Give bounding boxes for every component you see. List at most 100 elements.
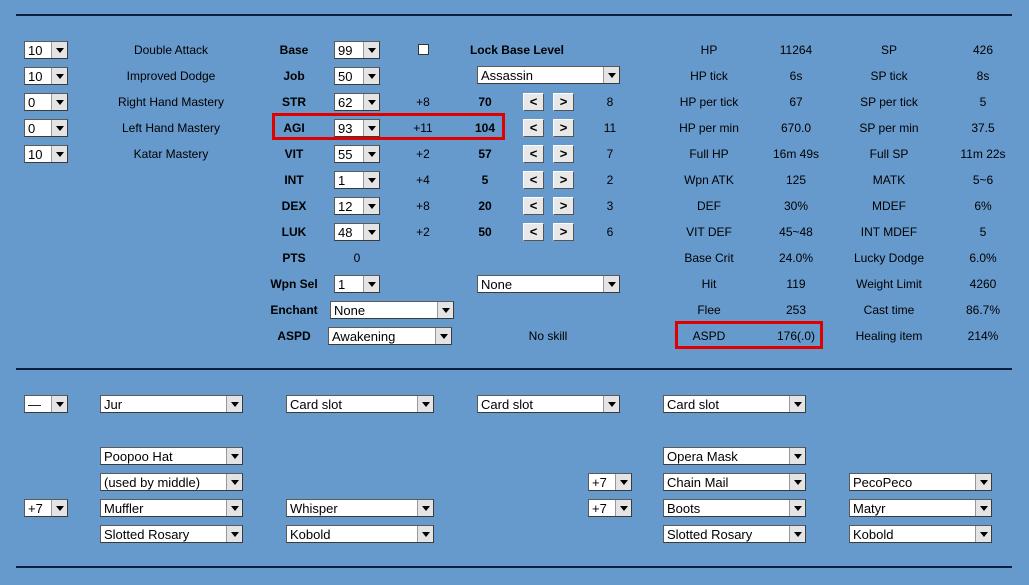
head-low-refine-select[interactable]: +7 (24, 499, 68, 517)
chevron-down-icon[interactable] (789, 526, 805, 542)
chevron-down-icon[interactable] (417, 526, 433, 542)
armor-refine-select[interactable]: +7 (588, 473, 632, 491)
stat-value-select[interactable]: 55 (334, 145, 380, 163)
weapon-select-equip[interactable]: Jur (100, 395, 243, 413)
weapon-refine-select[interactable]: — (24, 395, 68, 413)
weapon-card-select[interactable]: Card slot (477, 395, 620, 413)
chevron-down-icon[interactable] (789, 474, 805, 490)
armor-select[interactable]: Chain Mail (663, 473, 806, 491)
chevron-down-icon[interactable] (51, 396, 67, 412)
enchant-select[interactable]: None (330, 301, 454, 319)
chevron-down-icon[interactable] (789, 500, 805, 516)
chevron-down-icon[interactable] (435, 328, 451, 344)
skill-level-select-value: 10 (28, 69, 43, 84)
stat-decrease-button[interactable]: < (523, 119, 544, 137)
derived-value: 30% (783, 199, 809, 213)
aspd-select[interactable]: Awakening (328, 327, 452, 345)
shoes-select[interactable]: Boots (663, 499, 806, 517)
stat-name: DEX (281, 199, 307, 213)
derived-value: 253 (785, 303, 807, 317)
accessory2-card-select[interactable]: Kobold (849, 525, 992, 543)
chevron-down-icon[interactable] (363, 172, 379, 188)
derived-value: 6.0% (969, 251, 997, 265)
chevron-down-icon[interactable] (51, 120, 67, 136)
stat-decrease-button[interactable]: < (523, 223, 544, 241)
headgear-right-select[interactable]: Opera Mask (663, 447, 806, 465)
chevron-down-icon[interactable] (603, 276, 619, 292)
chevron-down-icon[interactable] (975, 526, 991, 542)
stat-increase-button[interactable]: > (553, 223, 574, 241)
job-level-select[interactable]: 50 (334, 67, 380, 85)
weapon-card-select[interactable]: Card slot (663, 395, 806, 413)
stat-decrease-button[interactable]: < (523, 171, 544, 189)
chevron-down-icon[interactable] (51, 94, 67, 110)
chevron-down-icon[interactable] (226, 474, 242, 490)
chevron-down-icon[interactable] (226, 448, 242, 464)
head-low-card-select[interactable]: Whisper (286, 499, 434, 517)
chevron-down-icon[interactable] (363, 42, 379, 58)
chevron-down-icon[interactable] (603, 396, 619, 412)
chevron-down-icon[interactable] (51, 42, 67, 58)
derived-label: MATK (872, 173, 906, 187)
head-mid-select[interactable]: (used by middle) (100, 473, 243, 491)
stat-increase-button[interactable]: > (553, 197, 574, 215)
chevron-down-icon[interactable] (51, 500, 67, 516)
accessory1-card-select[interactable]: Kobold (286, 525, 434, 543)
shoes-card-select[interactable]: Matyr (849, 499, 992, 517)
stat-value-select[interactable]: 1 (334, 171, 380, 189)
head-low-select[interactable]: Muffler (100, 499, 243, 517)
chevron-down-icon[interactable] (51, 68, 67, 84)
chevron-down-icon[interactable] (417, 396, 433, 412)
derived-label: Lucky Dodge (853, 251, 925, 265)
skill-level-select[interactable]: 0 (24, 119, 68, 137)
head-top-select[interactable]: Poopoo Hat (100, 447, 243, 465)
skill-level-select[interactable]: 10 (24, 67, 68, 85)
skill-level-select[interactable]: 0 (24, 93, 68, 111)
base-label: Base (279, 43, 309, 57)
chevron-down-icon[interactable] (437, 302, 453, 318)
lock-base-level-checkbox[interactable] (418, 44, 429, 55)
stat-value-select[interactable]: 48 (334, 223, 380, 241)
chevron-down-icon[interactable] (789, 396, 805, 412)
chevron-down-icon[interactable] (417, 500, 433, 516)
chevron-down-icon[interactable] (789, 448, 805, 464)
stat-decrease-button[interactable]: < (523, 145, 544, 163)
shoes-refine-select[interactable]: +7 (588, 499, 632, 517)
accessory2-select[interactable]: Slotted Rosary (663, 525, 806, 543)
stat-increase-button[interactable]: > (553, 93, 574, 111)
stat-increase-button[interactable]: > (553, 171, 574, 189)
base-level-select[interactable]: 99 (334, 41, 380, 59)
chevron-down-icon[interactable] (975, 500, 991, 516)
weapon-card-select[interactable]: Card slot (286, 395, 434, 413)
stat-increase-button[interactable]: > (553, 145, 574, 163)
stat-bonus: +2 (416, 147, 430, 161)
stat-value-select[interactable]: 12 (334, 197, 380, 215)
armor-card-select[interactable]: PecoPeco (849, 473, 992, 491)
accessory1-select[interactable]: Slotted Rosary (100, 525, 243, 543)
chevron-down-icon[interactable] (363, 94, 379, 110)
chevron-down-icon[interactable] (975, 474, 991, 490)
chevron-down-icon[interactable] (226, 396, 242, 412)
weapon-select[interactable]: 1 (334, 275, 380, 293)
skill-level-select[interactable]: 10 (24, 41, 68, 59)
chevron-down-icon[interactable] (363, 68, 379, 84)
stat-increase-button[interactable]: > (553, 119, 574, 137)
chevron-down-icon[interactable] (51, 146, 67, 162)
stat-value-select[interactable]: 62 (334, 93, 380, 111)
job-label: Job (283, 69, 305, 83)
weapon-skill-select[interactable]: None (477, 275, 620, 293)
chevron-down-icon[interactable] (226, 500, 242, 516)
chevron-down-icon[interactable] (363, 146, 379, 162)
skill-level-select[interactable]: 10 (24, 145, 68, 163)
job-class-select[interactable]: Assassin (477, 66, 620, 84)
stat-decrease-button[interactable]: < (523, 93, 544, 111)
chevron-down-icon[interactable] (363, 198, 379, 214)
weapon-refine-select-value: — (28, 397, 41, 412)
chevron-down-icon[interactable] (603, 67, 619, 83)
chevron-down-icon[interactable] (363, 276, 379, 292)
chevron-down-icon[interactable] (363, 224, 379, 240)
stat-decrease-button[interactable]: < (523, 197, 544, 215)
chevron-down-icon[interactable] (615, 474, 631, 490)
chevron-down-icon[interactable] (226, 526, 242, 542)
chevron-down-icon[interactable] (615, 500, 631, 516)
